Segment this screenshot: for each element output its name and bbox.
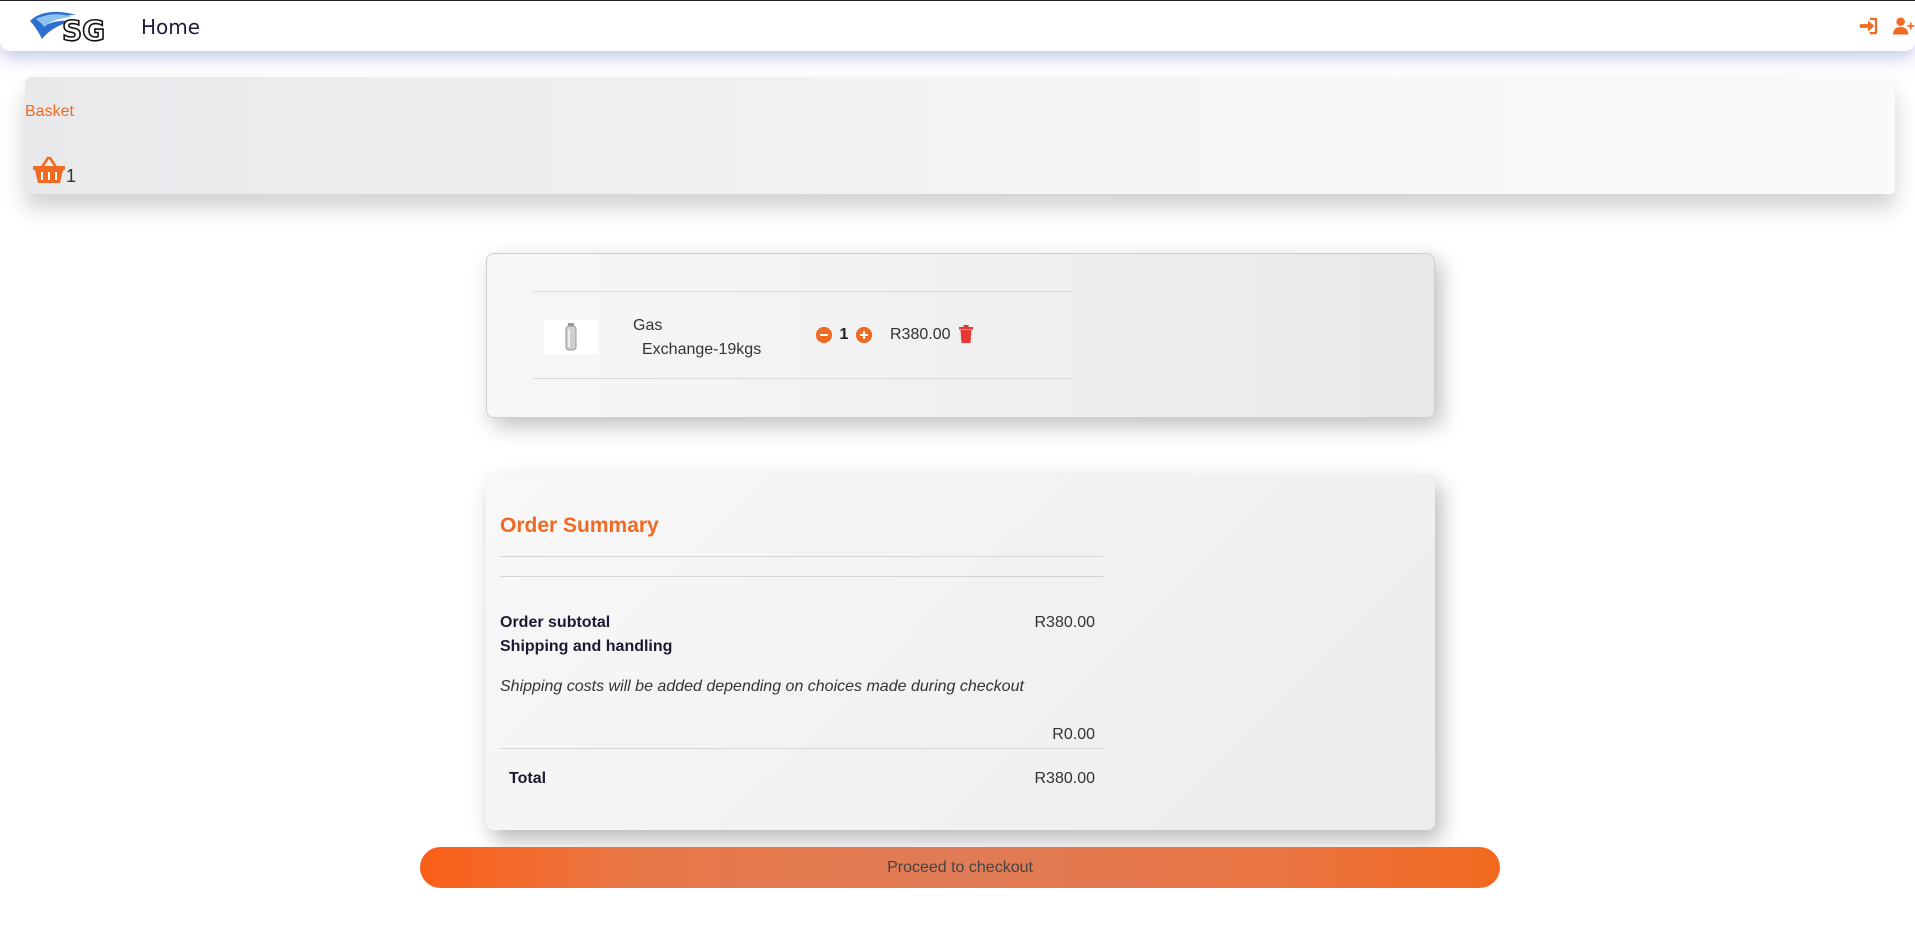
order-summary-title: Order Summary bbox=[500, 514, 659, 537]
svg-text:SG: SG bbox=[62, 14, 105, 45]
cart-card: Gas Exchange-19kgs 1 R380.00 bbox=[486, 253, 1435, 418]
shipping-note: Shipping costs will be added depending o… bbox=[500, 678, 1024, 695]
item-price: R380.00 bbox=[890, 326, 951, 343]
subtotal-label: Order subtotal bbox=[500, 614, 611, 631]
basket-header-panel bbox=[25, 77, 1895, 194]
basket-icon bbox=[33, 156, 65, 183]
plus-circle-icon bbox=[856, 327, 872, 343]
shipping-label: Shipping and handling bbox=[500, 638, 673, 655]
basket-count: 1 bbox=[66, 166, 77, 186]
user-plus-icon[interactable] bbox=[1893, 15, 1915, 37]
minus-circle-icon bbox=[816, 327, 832, 343]
quantity-stepper: 1 bbox=[816, 326, 872, 344]
navbar: SG Home bbox=[0, 0, 1915, 51]
sg-logo[interactable]: SG bbox=[28, 7, 112, 45]
home-link[interactable]: Home bbox=[141, 15, 200, 39]
product-name-line2: Exchange-19kgs bbox=[642, 341, 762, 358]
product-name: Gas Exchange-19kgs bbox=[633, 314, 773, 362]
proceed-to-checkout-button[interactable]: Proceed to checkout bbox=[420, 847, 1500, 888]
trash-icon[interactable] bbox=[958, 325, 974, 343]
shipping-value: R0.00 bbox=[1052, 726, 1095, 743]
divider bbox=[500, 556, 1103, 557]
total-value: R380.00 bbox=[1034, 770, 1096, 787]
divider bbox=[500, 748, 1103, 749]
basket-counter[interactable]: 1 bbox=[32, 155, 76, 185]
product-name-line1: Gas bbox=[633, 317, 663, 334]
divider bbox=[500, 576, 1103, 577]
order-summary-card: Order Summary Order subtotal R380.00 Shi… bbox=[486, 474, 1435, 830]
increase-quantity-button[interactable] bbox=[856, 327, 872, 343]
subtotal-value: R380.00 bbox=[1034, 614, 1096, 631]
nav-actions bbox=[1857, 15, 1915, 37]
quantity-value: 1 bbox=[839, 326, 849, 343]
decrease-quantity-button[interactable] bbox=[816, 327, 832, 343]
total-label: Total bbox=[509, 770, 547, 787]
sign-in-icon[interactable] bbox=[1857, 15, 1879, 37]
basket-link[interactable]: Basket bbox=[25, 103, 74, 121]
product-thumbnail bbox=[544, 320, 598, 354]
divider bbox=[533, 378, 1073, 379]
divider bbox=[533, 291, 1073, 292]
gas-cylinder-icon bbox=[565, 323, 577, 351]
